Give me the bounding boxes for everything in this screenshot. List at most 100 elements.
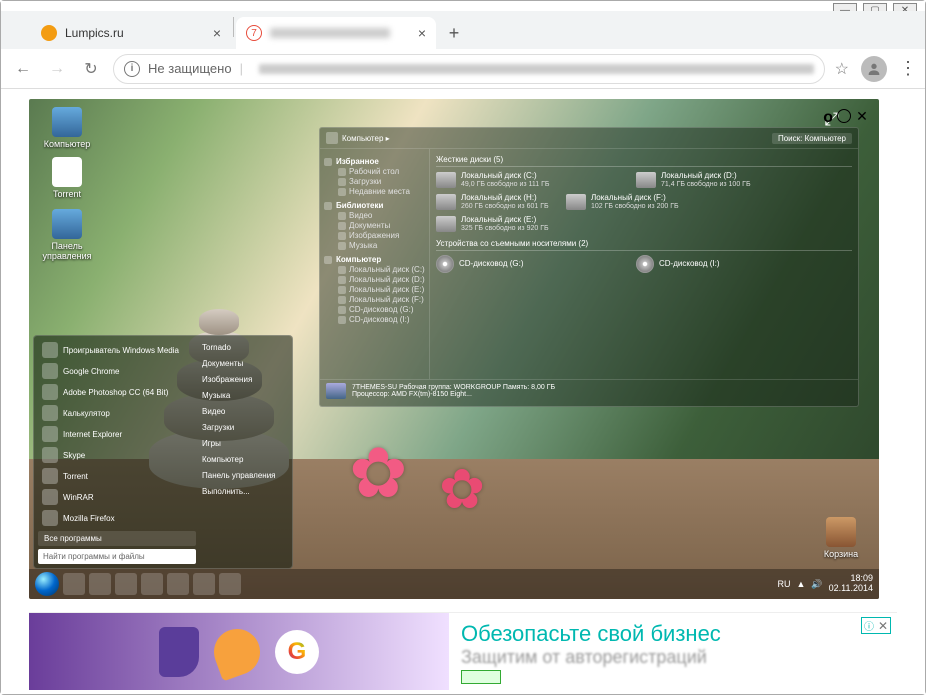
start-menu-right-item[interactable]: Компьютер (198, 452, 288, 467)
sidebar-item[interactable]: Музыка (324, 241, 425, 250)
sidebar-item[interactable]: CD-дисковод (I:) (324, 315, 425, 324)
start-menu-item[interactable]: Калькулятор (38, 403, 196, 423)
bookmark-star-icon[interactable]: ☆ (835, 59, 849, 79)
ad-banner[interactable]: G Обезопасьте свой бизнес Защитим от авт… (29, 612, 897, 690)
sidebar-item[interactable]: Локальный диск (D:) (324, 275, 425, 284)
start-menu-right-item[interactable]: Видео (198, 404, 288, 419)
tray-flag-icon[interactable]: ▲ (796, 579, 805, 589)
folder-icon (326, 132, 338, 144)
adchoices-info-icon[interactable]: ⓘ (864, 618, 874, 633)
start-button[interactable] (35, 572, 59, 596)
explorer-search-input[interactable]: Поиск: Компьютер (772, 133, 852, 144)
taskbar-item[interactable] (193, 573, 215, 595)
explorer-window[interactable]: Компьютер ▸ Поиск: Компьютер Избранное Р… (319, 127, 859, 407)
start-menu-right-item[interactable]: Панель управления (198, 468, 288, 483)
img-close-icon[interactable]: ✕ (855, 109, 869, 123)
sidebar-item[interactable]: Рабочий стол (324, 167, 425, 176)
tab-close-icon[interactable]: × (418, 25, 426, 41)
start-menu-right-item[interactable]: Документы (198, 356, 288, 371)
image-controls: o ✕ (823, 109, 869, 127)
reload-button[interactable]: ↻ (79, 57, 103, 81)
sidebar-item[interactable]: Документы (324, 221, 425, 230)
favicon-icon: 7 (246, 25, 262, 41)
start-menu-item[interactable]: Internet Explorer (38, 424, 196, 444)
explorer-titlebar[interactable]: Компьютер ▸ Поиск: Компьютер (320, 128, 858, 149)
address-bar[interactable]: i Не защищено | (113, 54, 825, 84)
flower-decoration: ✿ (349, 432, 408, 514)
start-menu-item[interactable]: Проигрыватель Windows Media (38, 340, 196, 360)
desktop-icon-recycle-bin[interactable]: Корзина (811, 517, 871, 559)
start-menu-right-item[interactable]: Игры (198, 436, 288, 451)
drive-item[interactable]: Локальный диск (F:)102 ГБ свободно из 20… (566, 193, 756, 211)
tray-volume-icon[interactable]: 🔊 (811, 579, 822, 590)
explorer-sidebar: Избранное Рабочий стол Загрузки Недавние… (320, 149, 430, 379)
drive-item[interactable]: Локальный диск (E:)325 ГБ свободно из 92… (436, 215, 626, 233)
ad-cta-button[interactable] (461, 670, 501, 684)
start-menu-right-item[interactable]: Изображения (198, 372, 288, 387)
taskbar-item[interactable] (63, 573, 85, 595)
sidebar-item[interactable]: Локальный диск (C:) (324, 265, 425, 274)
browser-tabstrip: Lumpics.ru × 7 × + (1, 11, 925, 49)
start-menu-item[interactable]: Google Chrome (38, 361, 196, 381)
sidebar-item[interactable]: Изображения (324, 231, 425, 240)
sidebar-item[interactable]: CD-дисковод (G:) (324, 305, 425, 314)
desktop-icon-control-panel[interactable]: Панель управления (37, 209, 97, 261)
desktop-icon-computer[interactable]: Компьютер (37, 107, 97, 149)
section-header-hdd: Жесткие диски (5) (436, 155, 852, 167)
theme-screenshot[interactable]: ✿ ✿ ⤢ o ✕ Компьютер Torrent Панель управ… (29, 99, 879, 599)
tab-separator (233, 17, 234, 37)
start-menu-item[interactable]: Torrent (38, 466, 196, 486)
tab-close-icon[interactable]: × (213, 25, 221, 41)
sidebar-group-libraries[interactable]: Библиотеки (324, 201, 425, 210)
desktop-icon-torrent[interactable]: Torrent (37, 157, 97, 199)
img-control[interactable] (837, 109, 851, 123)
sidebar-group-favorites[interactable]: Избранное (324, 157, 425, 166)
browser-tab-lumpics[interactable]: Lumpics.ru × (31, 17, 231, 49)
start-menu-right-item[interactable]: Загрузки (198, 420, 288, 435)
computer-icon (326, 383, 346, 399)
drive-item[interactable]: Локальный диск (C:)49,0 ГБ свободно из 1… (436, 171, 626, 189)
taskbar-item[interactable] (115, 573, 137, 595)
start-menu-item[interactable]: Mozilla Firefox (38, 508, 196, 528)
sidebar-item[interactable]: Локальный диск (F:) (324, 295, 425, 304)
taskbar-item[interactable] (167, 573, 189, 595)
ad-close-icon[interactable]: ✕ (878, 619, 888, 633)
drive-item[interactable]: Локальный диск (D:)71,4 ГБ свободно из 1… (636, 171, 826, 189)
drive-item[interactable]: Локальный диск (H:)260 ГБ свободно из 60… (436, 193, 556, 211)
start-menu-item[interactable]: Adobe Photoshop CC (64 Bit) (38, 382, 196, 402)
taskbar-item[interactable] (219, 573, 241, 595)
new-tab-button[interactable]: + (440, 19, 468, 47)
explorer-main: Жесткие диски (5) Локальный диск (C:)49,… (430, 149, 858, 379)
start-menu-right-item[interactable]: Tornado (198, 340, 288, 355)
sidebar-item[interactable]: Локальный диск (E:) (324, 285, 425, 294)
start-menu-right-item[interactable]: Выполнить... (198, 484, 288, 499)
taskbar-item[interactable] (141, 573, 163, 595)
sidebar-item[interactable]: Недавние места (324, 187, 425, 196)
explorer-breadcrumb[interactable]: Компьютер ▸ (342, 134, 390, 143)
url-blurred (259, 64, 814, 74)
profile-avatar-icon[interactable] (861, 56, 887, 82)
drive-item[interactable]: CD-дисковод (I:) (636, 255, 826, 273)
adchoices-badge[interactable]: ⓘ ✕ (861, 617, 891, 634)
sidebar-item[interactable]: Загрузки (324, 177, 425, 186)
start-menu-all-programs[interactable]: Все программы (38, 531, 196, 546)
site-info-icon[interactable]: i (124, 61, 140, 77)
start-menu-right-item[interactable]: Музыка (198, 388, 288, 403)
taskbar-language[interactable]: RU (777, 579, 790, 589)
browser-tab-active[interactable]: 7 × (236, 17, 436, 49)
img-control[interactable]: o (823, 109, 833, 127)
taskbar-item[interactable] (89, 573, 111, 595)
tab-title: Lumpics.ru (65, 26, 124, 40)
start-menu-item[interactable]: Skype (38, 445, 196, 465)
start-menu-item[interactable]: WinRAR (38, 487, 196, 507)
sidebar-group-computer[interactable]: Компьютер (324, 255, 425, 264)
favicon-icon (41, 25, 57, 41)
google-logo-icon: G (275, 630, 319, 674)
back-button[interactable]: ← (11, 57, 35, 81)
start-menu-search-input[interactable]: Найти программы и файлы (38, 549, 196, 564)
browser-menu-button[interactable]: ⋮ (899, 58, 915, 79)
drive-item[interactable]: CD-дисковод (G:) (436, 255, 626, 273)
sidebar-item[interactable]: Видео (324, 211, 425, 220)
taskbar-clock[interactable]: 18:0902.11.2014 (829, 574, 873, 594)
forward-button[interactable]: → (45, 57, 69, 81)
